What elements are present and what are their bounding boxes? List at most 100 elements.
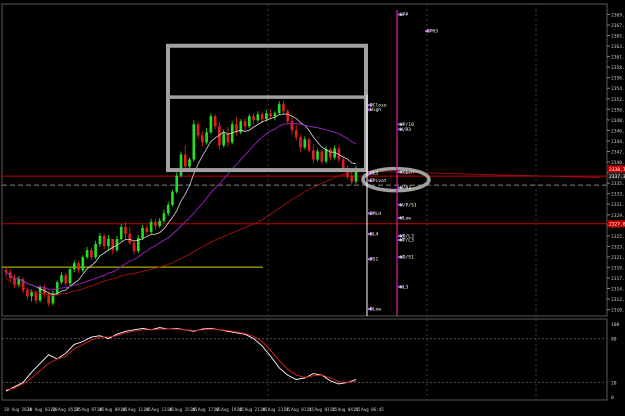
level-tag: W/P/S1: [400, 202, 417, 208]
candle-body: [183, 154, 187, 167]
candle-body: [107, 239, 110, 247]
oscillator-tick-label: 0: [611, 395, 614, 401]
y-tick-label: 2321.24: [611, 255, 625, 261]
y-tick-label: 2348.47: [611, 118, 625, 124]
candle-body: [324, 149, 328, 162]
candle-body: [307, 139, 311, 151]
candle-body: [166, 204, 170, 214]
y-tick-label: 2310.76: [611, 308, 625, 314]
oscillator-tick-label: 20: [611, 380, 617, 386]
y-tick-label: 2363.15: [611, 44, 625, 50]
price-label: 2337.30: [609, 174, 625, 180]
candle-body: [213, 116, 217, 127]
candle-body: [64, 275, 68, 284]
oscillator-series-0: [5, 327, 357, 392]
candle-body: [94, 244, 97, 258]
y-tick-label: 2329.62: [611, 213, 625, 219]
level-tag: WLow: [400, 215, 411, 221]
candle-body: [4, 270, 8, 273]
price-axis: 2369.43 2367.33 2365.24 2363.15 2361.04 2358.…: [607, 12, 625, 314]
candle-body: [102, 235, 106, 247]
candle-body: [329, 149, 332, 158]
candle-body: [192, 124, 196, 160]
candle-body: [85, 250, 89, 258]
level-tag: DPivot: [370, 178, 387, 184]
y-tick-label: 2344.29: [611, 139, 625, 145]
candle-body: [60, 275, 63, 283]
price-label: 2327.84: [609, 222, 625, 228]
candle-body: [55, 282, 59, 294]
candle-body: [201, 135, 204, 143]
y-tick-label: 2333.81: [611, 192, 625, 198]
candle-body: [247, 116, 251, 127]
y-tick-label: 2323.34: [611, 244, 625, 250]
candle-body: [320, 151, 324, 162]
candle-body: [179, 154, 183, 176]
candle-body: [222, 133, 226, 146]
level-tag: WOpen: [400, 170, 414, 176]
candle-body: [72, 263, 76, 270]
candle-body: [141, 227, 144, 238]
candle-body: [294, 130, 298, 138]
candle-body: [269, 113, 272, 117]
price-pane[interactable]: WPPDPH3DCloseHighWP/10W/R3DL3 WOpenDPivot…: [2, 10, 607, 316]
y-tick-label: 2365.24: [611, 34, 625, 40]
candle-body: [316, 151, 319, 160]
candle-body: [149, 221, 153, 232]
candle-body: [77, 263, 80, 271]
grid: [1, 3, 608, 401]
price-pane-frame: [1, 3, 608, 317]
candle-body: [34, 292, 38, 301]
y-tick-label: 2314.96: [611, 287, 625, 293]
y-tick-label: 2317.05: [611, 276, 625, 282]
level-tag: W/H3: [400, 185, 411, 191]
moving-average-slow: [5, 170, 601, 296]
level-tag: DL3: [370, 171, 379, 177]
candle-body: [265, 113, 268, 120]
candle-body: [286, 111, 290, 122]
annotation-box: [166, 43, 368, 173]
candle-body: [90, 250, 93, 258]
candle-body: [243, 121, 247, 127]
y-tick-label: 2319.15: [611, 265, 625, 271]
candle-body: [68, 269, 72, 284]
level-tag: DLow: [370, 306, 381, 312]
moving-average-mid: [5, 123, 357, 290]
y-tick-label: 2340.10: [611, 160, 625, 166]
y-tick-label: 2367.33: [611, 23, 625, 29]
y-tick-label: 2350.57: [611, 107, 625, 113]
y-tick-label: 2369.43: [611, 12, 625, 18]
candle-body: [311, 150, 315, 160]
level-tag: WP/L3: [400, 238, 414, 244]
trading-chart[interactable]: WPPDPH3DCloseHighWP/10W/R3DL3 WOpenDPivot…: [0, 0, 625, 416]
candle-body: [277, 104, 281, 114]
level-tag: DS1: [370, 257, 379, 263]
x-tick-label: 21 Aug 06:45: [354, 407, 385, 412]
y-tick-label: 2335.90: [611, 181, 625, 187]
y-tick-label: 2331.71: [611, 202, 625, 208]
oscillator-pane-frame: [1, 318, 608, 401]
candle-body: [162, 213, 166, 221]
candle-body: [81, 257, 85, 271]
candle-body: [299, 137, 302, 148]
y-tick-label: 2358.95: [611, 65, 625, 71]
price-label: 2338.74: [609, 167, 625, 173]
candle-body: [132, 243, 136, 252]
level-tag: High: [370, 107, 381, 113]
candle-body: [119, 226, 123, 240]
candle-body: [282, 104, 285, 112]
oscillator-tick-label: 100: [611, 322, 620, 328]
candle-body: [273, 113, 277, 117]
candle-body: [26, 290, 29, 297]
candle-body: [252, 116, 255, 121]
y-tick-label: 2354.76: [611, 86, 625, 92]
candle-body: [226, 133, 230, 143]
y-tick-label: 2325.43: [611, 234, 625, 240]
level-tag: WD/S1: [400, 255, 414, 261]
level-tag: DMid: [370, 211, 381, 217]
level-tag: WPP: [400, 12, 409, 18]
oscillator-pane: 100 80 20 0: [2, 322, 620, 401]
candle-body: [47, 294, 51, 304]
level-tag: WL3: [400, 284, 409, 290]
level-tag: DPH3: [427, 29, 438, 35]
